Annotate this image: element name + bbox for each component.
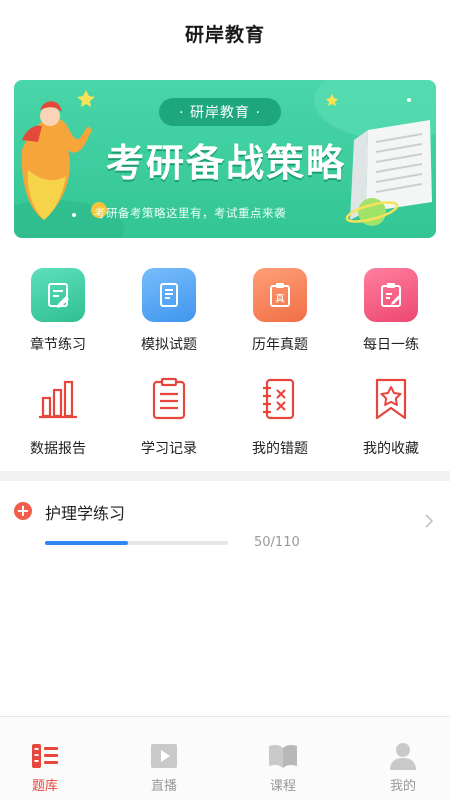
tab-course[interactable]: 课程: [253, 741, 313, 794]
banner-brand-pill: · 研岸教育 ·: [159, 98, 281, 126]
practice-count: 50/110: [254, 535, 300, 550]
practice-progress-bar: [45, 541, 228, 545]
feature-label: 章节练习: [30, 337, 86, 353]
mock-exam-icon: [142, 268, 196, 322]
feature-wrong-questions[interactable]: 我的错题: [224, 372, 336, 458]
feature-data-report[interactable]: 数据报告: [2, 372, 114, 458]
profile-icon: [373, 741, 433, 771]
tab-label: 直播: [150, 779, 177, 794]
study-record-icon: [142, 372, 196, 426]
tab-label: 题库: [31, 779, 58, 794]
page-title: 研岸教育: [184, 23, 265, 46]
bottom-tab-bar: 题库 直播 课程 我的: [0, 716, 450, 800]
data-report-icon: [31, 372, 85, 426]
feature-label: 模拟试题: [141, 337, 197, 353]
practice-progress-fill: [45, 541, 129, 545]
banner-subtitle: 考研备考策略这里有，考试重点来袭: [94, 206, 286, 220]
promo-banner[interactable]: · 研岸教育 · 考研备战策略 考研备考策略这里有，考试重点来袭: [14, 80, 436, 238]
tab-live[interactable]: 直播: [134, 741, 194, 794]
chevron-right-icon[interactable]: [424, 513, 434, 529]
favorites-icon: [364, 372, 418, 426]
feature-label: 学习记录: [141, 441, 197, 457]
feature-label: 每日一练: [363, 337, 419, 353]
feature-favorites[interactable]: 我的收藏: [335, 372, 447, 458]
feature-study-record[interactable]: 学习记录: [113, 372, 225, 458]
course-icon: [253, 741, 313, 771]
svg-text:真: 真: [275, 292, 285, 305]
tab-label: 课程: [269, 779, 296, 794]
app-header: 研岸教育: [0, 0, 450, 66]
tab-question-bank[interactable]: 题库: [15, 741, 75, 794]
feature-past-exam[interactable]: 真 历年真题: [224, 268, 336, 354]
tab-label: 我的: [389, 779, 416, 794]
practice-name: 护理学练习: [45, 504, 126, 523]
feature-chapter-practice[interactable]: 章节练习: [2, 268, 114, 354]
feature-label: 我的收藏: [363, 441, 419, 457]
tab-profile[interactable]: 我的: [373, 741, 433, 794]
section-divider: [0, 471, 450, 481]
feature-daily-practice[interactable]: 每日一练: [335, 268, 447, 354]
feature-mock-exam[interactable]: 模拟试题: [113, 268, 225, 354]
past-exam-icon: 真: [253, 268, 307, 322]
chapter-practice-icon: [31, 268, 85, 322]
live-icon: [134, 741, 194, 771]
feature-label: 数据报告: [30, 441, 86, 457]
feature-label: 我的错题: [252, 441, 308, 457]
expand-plus-icon[interactable]: +: [14, 502, 32, 520]
question-bank-icon: [15, 741, 75, 771]
banner-headline: 考研备战策略: [105, 141, 346, 185]
practice-item[interactable]: + 护理学练习 50/110: [0, 481, 450, 571]
daily-practice-icon: [364, 268, 418, 322]
feature-label: 历年真题: [252, 337, 308, 353]
wrong-questions-icon: [253, 372, 307, 426]
